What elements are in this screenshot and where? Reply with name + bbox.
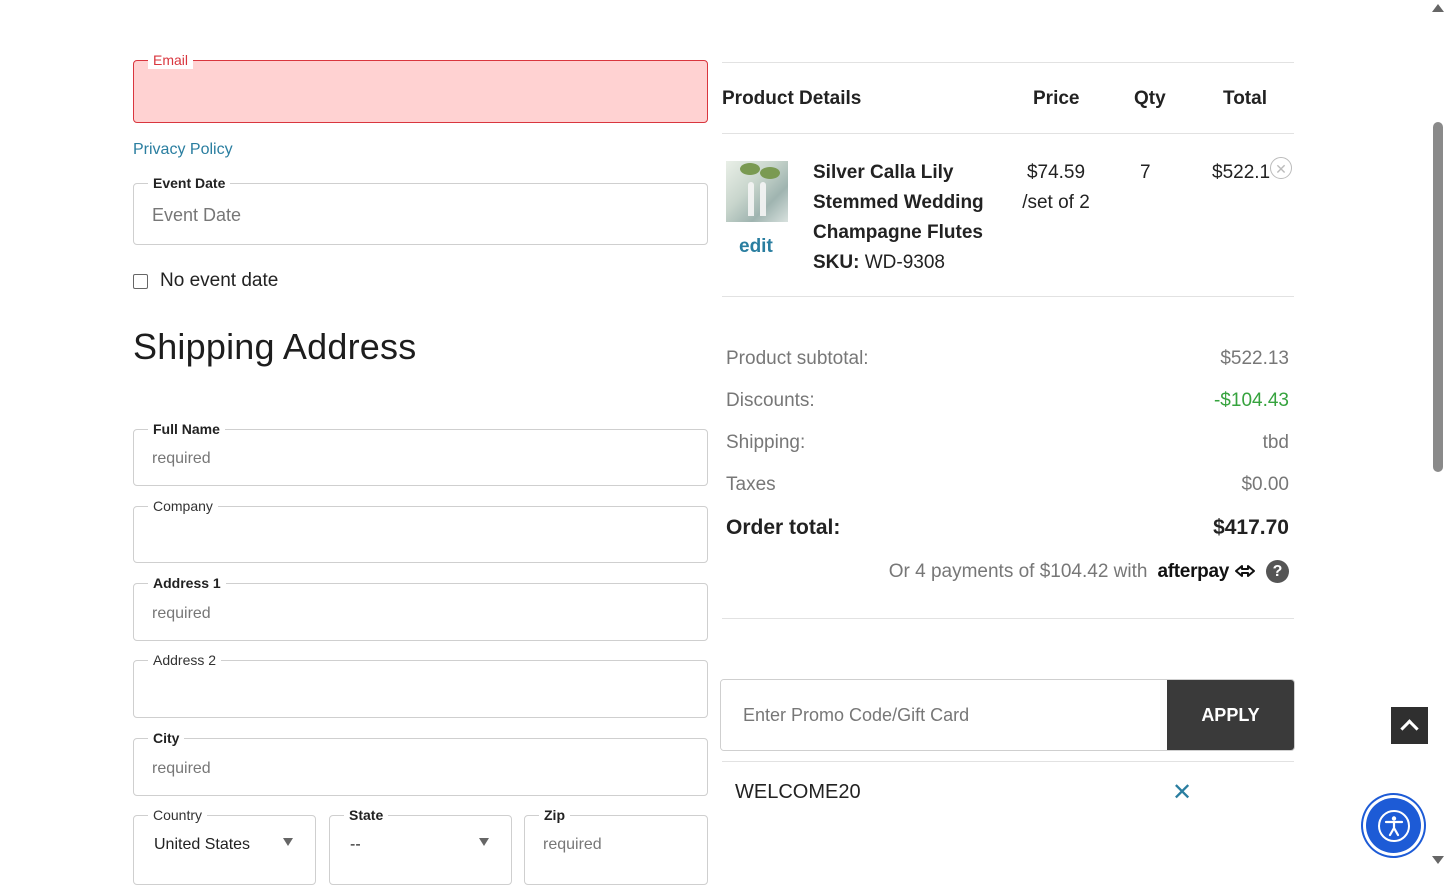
country-label: Country [148,806,208,824]
order-total-value: $417.70 [1213,516,1289,539]
price-header: Price [1033,88,1080,109]
back-to-top-button[interactable] [1391,707,1428,744]
item-price-unit: /set of 2 [1022,192,1090,213]
promo-code-input[interactable] [721,680,1167,750]
state-select[interactable]: State -- [329,806,512,885]
scroll-down-arrow-icon[interactable] [1432,856,1444,864]
glass-decoration [760,182,766,216]
leaf-decoration [740,163,760,175]
product-details-header: Product Details [722,88,862,109]
address1-placeholder: required [152,605,211,622]
divider [722,62,1294,63]
city-placeholder: required [152,760,211,777]
address2-field[interactable]: Address 2 [133,651,708,718]
taxes-value: $0.00 [1241,474,1289,495]
zip-placeholder: required [543,836,602,853]
edit-item-link[interactable]: edit [739,236,773,258]
subtotal-value: $522.13 [1220,348,1289,369]
full-name-field[interactable]: Full Name required [133,420,708,486]
address1-label: Address 1 [148,574,226,592]
item-total: $522.13 [1212,162,1270,183]
item-price: $74.59 /set of 2 [1017,158,1095,218]
full-name-label: Full Name [148,420,225,438]
subtotal-label: Product subtotal: [726,348,869,369]
item-qty: 7 [1140,162,1151,183]
glass-decoration [748,182,754,216]
leaf-decoration [760,167,780,179]
remove-coupon-icon[interactable]: ✕ [1172,778,1192,807]
divider [722,618,1294,619]
shipping-address-heading: Shipping Address [133,326,417,367]
email-field[interactable]: Email [133,51,708,123]
chevron-up-icon [1400,719,1419,738]
no-event-date-checkbox-row[interactable]: No event date [133,270,278,292]
sku-value: WD-9308 [864,252,945,273]
product-thumbnail[interactable] [726,161,788,222]
discounts-label: Discounts: [726,390,815,411]
city-field[interactable]: City required [133,729,708,796]
apply-promo-button[interactable]: APPLY [1167,680,1294,750]
zip-field[interactable]: Zip required [524,806,708,885]
qty-header: Qty [1134,88,1166,109]
afterpay-arrows-icon [1235,565,1255,578]
shipping-label: Shipping: [726,432,806,453]
address2-label: Address 2 [148,651,222,669]
city-label: City [148,729,185,747]
state-label: State [344,806,389,824]
taxes-row: Taxes $0.00 [726,474,1289,496]
company-label: Company [148,497,218,515]
scrollbar-thumb[interactable] [1433,122,1443,472]
discounts-value: -$104.43 [1213,390,1289,411]
chevron-down-icon [283,838,293,846]
total-header: Total [1223,88,1267,109]
applied-coupon-code: WELCOME20 [735,781,861,803]
privacy-policy-link[interactable]: Privacy Policy [133,141,233,159]
afterpay-logo: afterpay [1157,561,1256,583]
subtotal-row: Product subtotal: $522.13 [726,348,1289,370]
accessibility-icon [1377,809,1410,842]
divider [722,133,1294,134]
state-value: -- [350,836,361,853]
order-total-row: Order total: $417.70 [726,516,1289,540]
item-price-value: $74.59 [1026,162,1086,183]
event-date-label: Event Date [148,174,231,192]
afterpay-text: Or 4 payments of $104.42 with [888,560,1148,582]
help-icon[interactable]: ? [1266,560,1289,583]
accessibility-button[interactable] [1366,798,1421,853]
promo-form: APPLY [720,679,1295,751]
sku-label: SKU: [813,252,860,273]
chevron-down-icon [479,838,489,846]
shipping-value: tbd [1262,432,1289,453]
scroll-up-arrow-icon[interactable] [1432,4,1444,12]
country-select[interactable]: Country United States [133,806,316,885]
discounts-row: Discounts: -$104.43 [726,390,1289,412]
taxes-label: Taxes [726,474,776,495]
product-name[interactable]: Silver Calla Lily Stemmed Wedding Champa… [813,158,1003,248]
no-event-date-label: No event date [160,270,279,291]
company-field[interactable]: Company [133,497,708,563]
country-value: United States [154,836,251,853]
order-total-label: Order total: [726,516,841,539]
full-name-placeholder: required [152,450,211,467]
event-date-placeholder: Event Date [152,205,242,225]
remove-item-icon[interactable]: ✕ [1270,157,1292,179]
afterpay-brand: afterpay [1157,560,1230,582]
divider [722,296,1294,297]
address1-field[interactable]: Address 1 required [133,574,708,641]
zip-label: Zip [539,806,570,824]
shipping-row: Shipping: tbd [726,432,1289,454]
email-label: Email [148,51,194,69]
event-date-field[interactable]: Event Date Event Date [133,174,708,245]
divider [722,761,1294,762]
afterpay-row: Or 4 payments of $104.42 with afterpay ? [726,560,1289,583]
no-event-date-checkbox[interactable] [133,273,148,289]
product-sku: SKU: WD-9308 [813,248,945,278]
